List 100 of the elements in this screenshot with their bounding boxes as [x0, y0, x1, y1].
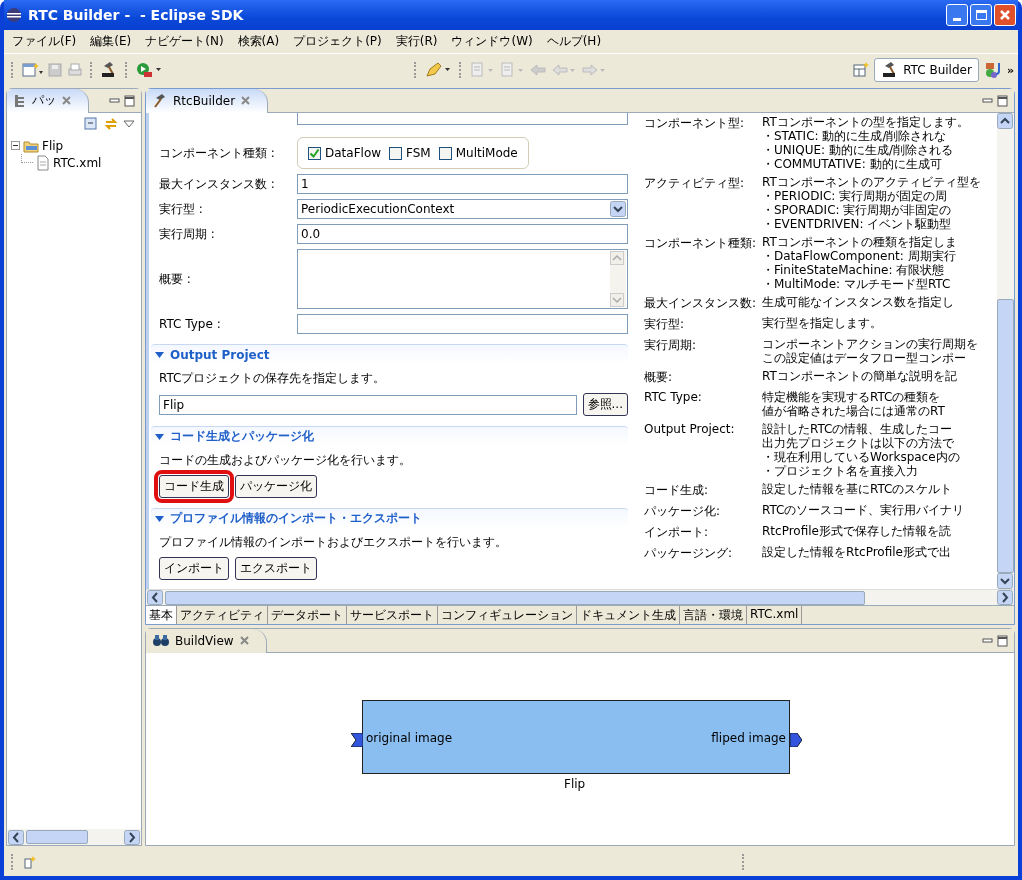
- help-text: コンポーネントアクションの実行周期を: [762, 337, 978, 351]
- view-tab[interactable]: パッ: [7, 88, 89, 113]
- help-text: 設定した情報を基にRTCのスケルト: [762, 482, 953, 496]
- page-tab[interactable]: サービスポート: [347, 606, 438, 624]
- print-icon[interactable]: [67, 62, 83, 78]
- tree-item[interactable]: RTC.xml: [53, 155, 102, 170]
- file-icon: [36, 154, 50, 171]
- menu-item[interactable]: ファイル(F): [6, 32, 83, 51]
- help-term: RTC Type:: [644, 390, 703, 406]
- close-icon[interactable]: [61, 95, 72, 106]
- checkbox-label[interactable]: FSM: [406, 146, 431, 160]
- scroll-thumb[interactable]: [165, 590, 865, 605]
- horizontal-scrollbar[interactable]: [7, 829, 141, 845]
- help-text: 値が省略された場合には通常のRT: [762, 404, 945, 418]
- help-text: この設定値はデータフロー型コンポー: [762, 351, 967, 365]
- package-explorer-icon: [13, 93, 27, 108]
- help-term: 実行型:: [644, 316, 686, 333]
- menu-item[interactable]: プロジェクト(P): [287, 32, 388, 51]
- hammer-icon: [152, 92, 168, 109]
- action-button[interactable]: 参照...: [582, 393, 628, 416]
- page-tab[interactable]: 基本: [146, 606, 177, 624]
- action-button[interactable]: エクスポート: [235, 557, 317, 580]
- help-text: ・DataFlowComponent: 周期実行: [762, 249, 957, 263]
- input-field[interactable]: [297, 113, 628, 125]
- page-tab[interactable]: データポート: [268, 606, 347, 624]
- input-field[interactable]: [297, 314, 628, 334]
- close-icon[interactable]: [240, 95, 252, 106]
- expanded-triangle-icon: [155, 351, 164, 358]
- overflow-chevron[interactable]: »: [1006, 63, 1014, 77]
- component-name: Flip: [564, 777, 586, 791]
- collapse-all-icon[interactable]: [83, 116, 99, 132]
- page-tab[interactable]: RTC.xml: [747, 606, 803, 624]
- horizontal-scrollbar[interactable]: [146, 589, 1014, 605]
- field-label: 実行型 :: [159, 200, 204, 218]
- help-text: ・UNIQUE: 動的に生成/削除される: [762, 143, 954, 157]
- collapse-toggle-icon[interactable]: [11, 141, 20, 150]
- help-term: コード生成:: [644, 482, 710, 499]
- close-button[interactable]: [994, 4, 1016, 26]
- checkbox[interactable]: [438, 146, 452, 160]
- help-text: 特定機能を実現するRTCの種類を: [762, 390, 942, 404]
- input-field[interactable]: 0.0: [297, 224, 628, 244]
- window-title: RTC Builder - - Eclipse SDK: [28, 7, 245, 23]
- page-tab[interactable]: ドキュメント生成: [577, 606, 680, 624]
- text-area[interactable]: [297, 249, 628, 309]
- field-label: 実行周期 :: [159, 225, 216, 243]
- help-text: ・COMMUTATIVE: 動的に生成可: [762, 157, 943, 171]
- scroll-up-icon: [610, 251, 624, 265]
- port-label: fliped image: [711, 731, 786, 745]
- checkbox-label[interactable]: MultiMode: [455, 146, 518, 160]
- section-header[interactable]: Output Project: [151, 344, 628, 364]
- action-button[interactable]: インポート: [159, 557, 229, 580]
- maximize-button[interactable]: [970, 4, 992, 26]
- menu-item[interactable]: ナビゲート(N): [139, 32, 230, 51]
- maximize-icon[interactable]: [997, 634, 1008, 647]
- new-file-icon[interactable]: [21, 62, 43, 78]
- dropdown[interactable]: PeriodicExecutionContext: [297, 199, 628, 219]
- checkbox[interactable]: [308, 146, 321, 160]
- field-label: 概要 :: [159, 270, 192, 288]
- help-text: ・FiniteStateMachine: 有限状態: [762, 263, 946, 277]
- action-button[interactable]: パッケージ化: [235, 475, 317, 498]
- checkbox[interactable]: [389, 146, 403, 160]
- maximize-icon[interactable]: [997, 94, 1008, 107]
- vertical-scrollbar[interactable]: [610, 251, 626, 307]
- perspective-button[interactable]: RTC Builder: [874, 58, 979, 82]
- menu-item[interactable]: ヘルプ(H): [540, 32, 608, 51]
- expanded-triangle-icon: [155, 433, 164, 440]
- menu-item[interactable]: ウィンドウ(W): [445, 32, 539, 51]
- run-icon[interactable]: [135, 61, 163, 79]
- close-icon[interactable]: [238, 635, 250, 646]
- page-tab[interactable]: コンフィギュレーション: [438, 606, 577, 624]
- help-term: コンポーネント種類:: [644, 235, 758, 252]
- scroll-down-icon: [997, 573, 1013, 589]
- expanded-triangle-icon: [155, 515, 164, 522]
- tree-item[interactable]: Flip: [42, 138, 64, 153]
- menu-item[interactable]: 実行(R): [389, 32, 444, 51]
- menu-item[interactable]: 検索(A): [231, 32, 286, 51]
- view-menu-icon[interactable]: [123, 118, 135, 130]
- input-field[interactable]: 1: [297, 174, 628, 194]
- section-description: プロファイル情報のインポートおよびエクスポートを行います。: [159, 534, 508, 551]
- help-text: ・PERIODIC: 実行周期が固定の周: [762, 189, 949, 203]
- view-tab[interactable]: BuildView: [146, 628, 267, 653]
- checkbox-label[interactable]: DataFlow: [325, 146, 382, 160]
- minimize-button[interactable]: [946, 4, 968, 26]
- scroll-thumb[interactable]: [997, 299, 1014, 573]
- editor-tab[interactable]: RtcBuilder: [146, 88, 269, 113]
- help-text: ・SPORADIC: 実行周期が非固定の: [762, 203, 953, 217]
- field-label: RTC Type :: [159, 317, 222, 331]
- page-tab[interactable]: 言語・環境: [680, 606, 747, 624]
- input-field[interactable]: Flip: [159, 394, 577, 415]
- page-tab[interactable]: アクティビティ: [177, 606, 268, 624]
- help-text: RTコンポーネントのアクティビティ型を: [762, 175, 981, 189]
- vertical-scrollbar[interactable]: [997, 113, 1014, 589]
- pen-icon[interactable]: [424, 61, 452, 79]
- help-term: 概要:: [644, 369, 674, 386]
- menu-item[interactable]: 編集(E): [84, 32, 138, 51]
- chevron-down-icon: [610, 201, 626, 217]
- close-icon: [999, 9, 1011, 21]
- save-icon[interactable]: [47, 62, 63, 78]
- maximize-icon[interactable]: [124, 94, 135, 107]
- scroll-thumb[interactable]: [26, 830, 88, 844]
